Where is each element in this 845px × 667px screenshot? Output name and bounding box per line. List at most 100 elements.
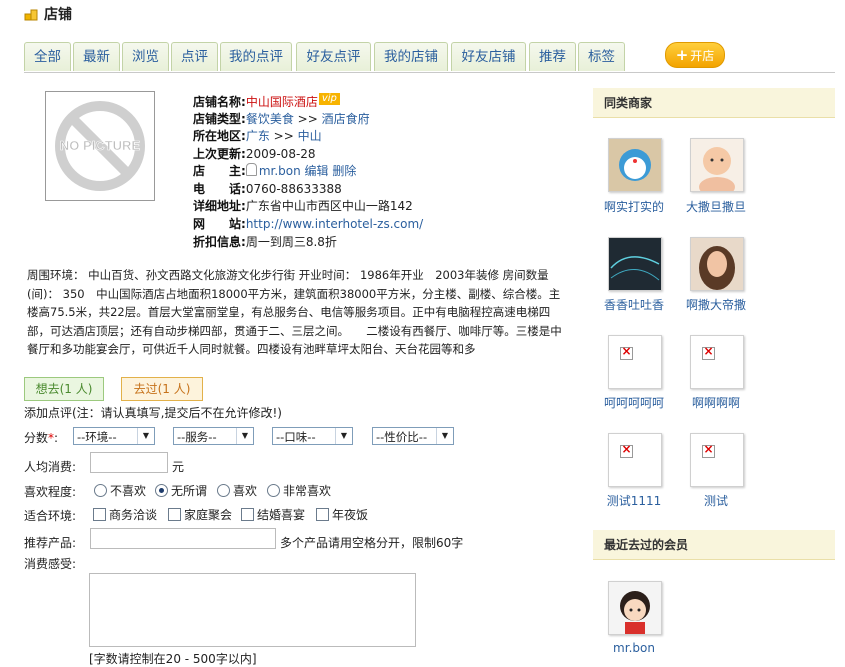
tab-friend-shops[interactable]: 好友店铺 [451,42,526,71]
info-updated: 上次更新:2009-08-28 [193,147,316,161]
similar-shop-name[interactable]: 香香吐吐香 [589,296,679,313]
member-avatar[interactable] [608,581,662,635]
tab-my-shops[interactable]: 我的店铺 [374,42,448,71]
info-shop-type: 店铺类型:餐饮美食 >> 酒店食府 [193,112,370,126]
no-picture-icon: NO PICTURE [55,101,145,191]
radio-selected-icon [155,484,168,497]
subcategory-link[interactable]: 酒店食府 [322,112,370,126]
checkbox-icon [241,508,254,521]
similar-shop-name[interactable]: 啊实打实的 [589,198,679,215]
been-there-button[interactable]: 去过(1 人) [121,377,203,401]
radio-like[interactable]: 喜欢 [217,482,257,499]
checkbox-icon [316,508,329,521]
chevron-down-icon: ▼ [236,428,253,444]
info-website: 网 站:http://www.interhotel-zs.com/ [193,217,424,231]
similar-shop-thumb[interactable] [690,138,744,192]
service-select[interactable]: --服务-- ▼ [173,427,254,445]
broken-image-icon [702,442,715,458]
chevron-down-icon: ▼ [436,428,453,444]
edit-link[interactable]: 编辑 [305,164,329,178]
open-shop-button[interactable]: + 开店 [665,42,725,68]
review-notice: 添加点评(注：请认真填写,提交后不在允许修改!) [24,406,282,420]
radio-icon [94,484,107,497]
abstract-image [609,238,661,290]
similar-shop-name[interactable]: 呵呵呵呵呵 [589,394,679,411]
chevron-down-icon: ▼ [137,428,154,444]
similar-shop-thumb[interactable] [608,335,662,389]
tab-browse[interactable]: 浏览 [122,42,169,71]
info-region: 所在地区:广东 >> 中山 [193,129,322,143]
info-address: 详细地址:广东省中山市西区中山一路142 [193,199,413,213]
avg-spend-unit: 元 [172,460,185,474]
radio-icon [217,484,230,497]
similar-shop-thumb[interactable] [608,433,662,487]
taste-select[interactable]: --口味-- ▼ [272,427,353,445]
similar-shop-thumb[interactable] [608,138,662,192]
broken-image-icon [620,344,633,360]
like-level-label: 喜欢程度: [24,485,77,499]
radio-dislike[interactable]: 不喜欢 [94,482,146,499]
feeling-label: 消费感受: [24,557,77,571]
broken-image-icon [702,344,715,360]
want-to-go-button[interactable]: 想去(1 人) [24,377,104,401]
recommend-input[interactable] [90,528,276,549]
owner-link[interactable]: mr.bon [259,164,301,178]
checkbox-newyear[interactable]: 年夜饭 [316,506,368,523]
user-icon [245,163,257,176]
city-link[interactable]: 中山 [298,129,322,143]
checkbox-family[interactable]: 家庭聚会 [168,506,232,523]
tab-tags[interactable]: 标签 [578,42,625,71]
doraemon-image [609,139,661,191]
shop-name-link[interactable]: 中山国际酒店 [246,95,318,109]
radio-love[interactable]: 非常喜欢 [267,482,331,499]
similar-shop-name[interactable]: 啊啊啊啊 [671,394,761,411]
checkbox-business[interactable]: 商务洽谈 [93,506,157,523]
svg-text:NO PICTURE: NO PICTURE [60,138,141,153]
shop-image: NO PICTURE [45,91,155,201]
plus-icon: + [675,46,689,64]
similar-shop-name[interactable]: 大撒旦撒旦 [671,198,761,215]
broken-image-icon [620,442,633,458]
info-phone: 电 话:0760-88633388 [193,182,342,196]
similar-shops-heading: 同类商家 [593,88,835,118]
tab-latest[interactable]: 最新 [73,42,120,71]
shop-icon [24,9,38,21]
similar-shop-thumb[interactable] [608,237,662,291]
similar-shop-name[interactable]: 啊撒大帝撒 [671,296,761,313]
checkbox-wedding[interactable]: 结婚喜宴 [241,506,305,523]
info-shop-name: 店铺名称:中山国际酒店 vip [193,93,340,111]
province-link[interactable]: 广东 [246,129,270,143]
similar-shop-thumb[interactable] [690,237,744,291]
baby-photo-image [691,139,743,191]
tab-friend-reviews[interactable]: 好友点评 [296,42,371,71]
similar-shop-name[interactable]: 测试 [671,492,761,509]
radio-icon [267,484,280,497]
member-name[interactable]: mr.bon [589,641,679,655]
tab-recommend[interactable]: 推荐 [529,42,576,71]
value-select[interactable]: --性价比-- ▼ [372,427,454,445]
avg-spend-label: 人均消费: [24,460,77,474]
delete-link[interactable]: 删除 [332,164,356,178]
similar-shop-name[interactable]: 测试1111 [589,492,679,509]
char-limit-hint: [字数请控制在20 - 500字以内] [89,652,257,666]
avg-spend-input[interactable] [90,452,168,473]
recommend-label: 推荐产品: [24,536,77,550]
category-link[interactable]: 餐饮美食 [246,112,294,126]
checkbox-icon [93,508,106,521]
feeling-textarea[interactable] [89,573,416,647]
website-link[interactable]: http://www.interhotel-zs.com/ [246,217,423,231]
checkbox-icon [168,508,181,521]
chevron-down-icon: ▼ [335,428,352,444]
tab-bar: 全部 最新 浏览 点评 我的点评 好友点评 我的店铺 好友店铺 推荐 标签 + 开… [24,42,835,73]
similar-shop-thumb[interactable] [690,335,744,389]
tab-reviews[interactable]: 点评 [171,42,218,71]
recent-members-heading: 最近去过的会员 [593,530,835,560]
tab-my-reviews[interactable]: 我的点评 [220,42,292,71]
similar-shop-thumb[interactable] [690,433,744,487]
radio-neutral[interactable]: 无所谓 [155,482,207,499]
info-owner: 店 主: mr.bon 编辑 删除 [193,163,357,178]
info-discount: 折扣信息:周一到周三8.8折 [193,235,337,249]
page-title: 店铺 [44,7,72,23]
tab-all[interactable]: 全部 [24,42,71,71]
environment-select[interactable]: --环境-- ▼ [73,427,155,445]
